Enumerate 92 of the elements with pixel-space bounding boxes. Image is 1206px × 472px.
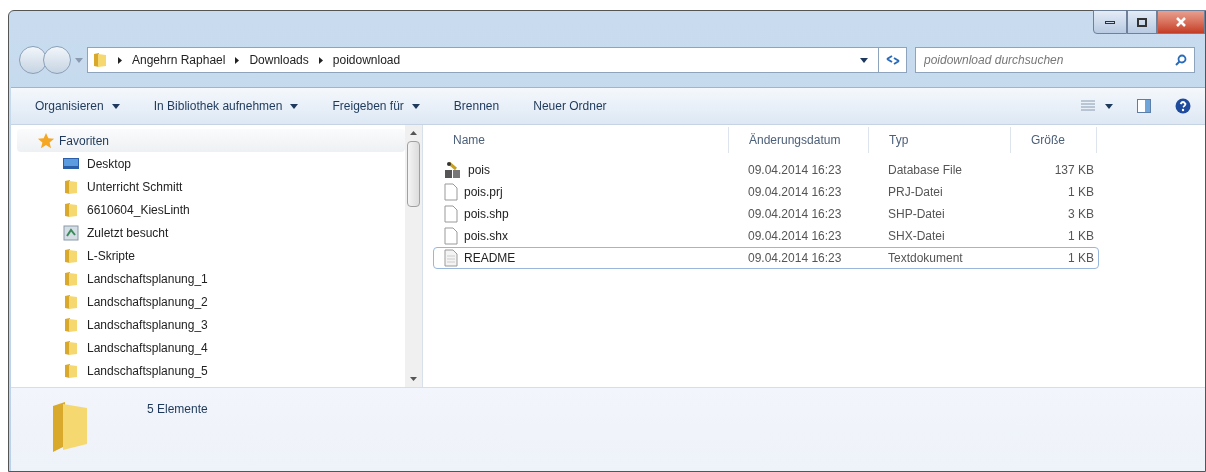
search-field[interactable]: poidownload durchsuchen	[915, 47, 1195, 73]
table-cell: Database File	[888, 163, 963, 177]
close-icon	[1176, 17, 1186, 27]
table-cell-text: 1 KB	[1068, 228, 1094, 245]
toolbar-button[interactable]: In Bibliothek aufnehmen	[153, 97, 299, 115]
nav-item[interactable]: Landschaftsplanung_1	[17, 267, 405, 290]
table-cell-text: README	[464, 250, 516, 267]
nav-group-header[interactable]: Favoriten	[17, 129, 405, 152]
folder-icon	[63, 339, 79, 356]
nav-item[interactable]: Landschaftsplanung_4	[17, 336, 405, 359]
table-cell: 09.04.2014 16:23	[748, 251, 842, 265]
breadcrumb-item[interactable]: poidownload	[332, 51, 401, 69]
folder-icon	[63, 201, 79, 218]
caret-icon	[290, 103, 299, 109]
folder-icon	[63, 247, 79, 264]
table-cell-text: pois	[468, 162, 490, 179]
nav-item[interactable]: Unterricht Schmitt	[17, 175, 405, 198]
help-icon	[1175, 98, 1191, 114]
caret-icon	[1105, 103, 1113, 109]
breadcrumb-item[interactable]: Downloads	[249, 51, 309, 69]
scroll-down-icon	[410, 377, 417, 381]
toolbar-button[interactable]: Neuer Ordner	[533, 97, 607, 115]
table-cell: Textdokument	[888, 251, 963, 265]
table-cell: 09.04.2014 16:23	[748, 185, 842, 199]
history-caret-icon	[75, 57, 83, 63]
scroll-up-icon	[410, 131, 417, 135]
search-icon	[1175, 54, 1187, 66]
toolbar-button[interactable]: Freigeben für	[332, 97, 420, 115]
table-cell-text: pois.shp	[464, 206, 509, 223]
preview-pane-icon	[1137, 99, 1151, 113]
table-cell-text: pois.prj	[464, 184, 503, 201]
recent-places-icon	[63, 224, 79, 241]
caret-icon	[111, 103, 120, 109]
column-header[interactable]: Änderungsdatum	[729, 127, 869, 153]
toolbar-button[interactable]: Brennen	[453, 97, 500, 115]
nav-item[interactable]: Landschaftsplanung_2	[17, 290, 405, 313]
table-cell-text: 137 KB	[1054, 162, 1094, 179]
chevron-icon	[118, 56, 122, 64]
caret-icon	[860, 57, 868, 63]
nav-item[interactable]: L-Skripte	[17, 244, 405, 267]
folder-icon	[63, 362, 79, 379]
table-cell: PRJ-Datei	[888, 185, 943, 199]
nav-item[interactable]: Landschaftsplanung_5	[17, 359, 405, 382]
database-file-icon	[444, 161, 462, 179]
chevron-icon	[235, 56, 240, 64]
close-button[interactable]	[1157, 10, 1205, 34]
nav-item[interactable]: Zuletzt besucht	[17, 221, 405, 244]
caret-icon	[411, 103, 420, 109]
file-icon	[444, 227, 458, 245]
help-button[interactable]	[1175, 98, 1191, 114]
text-file-icon	[444, 249, 458, 267]
table-cell: 09.04.2014 16:23	[748, 163, 842, 177]
nav-item[interactable]: 6610604_KiesLinth	[17, 198, 405, 221]
folder-icon	[63, 316, 79, 333]
table-cell-text: 1 KB	[1068, 250, 1094, 267]
details-view-icon	[1081, 100, 1095, 112]
scroll-thumb[interactable]	[407, 141, 420, 207]
table-cell-text: 1 KB	[1068, 184, 1094, 201]
file-icon	[444, 205, 458, 223]
file-row[interactable]: pois.shx 09.04.2014 16:23 SHX-Datei 1 KB	[433, 225, 1099, 247]
file-icon	[444, 183, 458, 201]
refresh-icon	[885, 54, 900, 66]
toolbar-button[interactable]: Organisieren	[35, 97, 120, 115]
table-cell: 09.04.2014 16:23	[748, 229, 842, 243]
file-row[interactable]: README 09.04.2014 16:23 Textdokument 1 KB	[433, 247, 1099, 269]
folder-icon	[92, 52, 108, 68]
breadcrumb-item[interactable]: Angehrn Raphael	[132, 51, 226, 69]
table-cell: SHX-Datei	[888, 229, 945, 243]
address-bar[interactable]: Angehrn Raphael Downloads poidownload	[87, 47, 907, 73]
table-cell-text: pois.shx	[464, 228, 509, 245]
table-cell-text: 3 KB	[1068, 206, 1094, 223]
file-row[interactable]: pois 09.04.2014 16:23 Database File 137 KB	[433, 159, 1099, 181]
view-options-button[interactable]	[1081, 100, 1113, 112]
nav-item[interactable]: Landschaftsplanung_3	[17, 313, 405, 336]
folder-icon	[63, 178, 79, 195]
column-header[interactable]: Typ	[869, 127, 1011, 153]
minimize-button[interactable]	[1093, 10, 1127, 34]
monitor-icon	[63, 156, 79, 171]
preview-pane-button[interactable]	[1137, 99, 1151, 113]
chevron-icon	[318, 56, 323, 64]
star-icon	[37, 131, 55, 150]
file-row[interactable]: pois.prj 09.04.2014 16:23 PRJ-Datei 1 KB	[433, 181, 1099, 203]
folder-icon	[63, 293, 79, 310]
table-cell: SHP-Datei	[888, 207, 945, 221]
column-header[interactable]: Größe	[1011, 127, 1097, 153]
file-row[interactable]: pois.shp 09.04.2014 16:23 SHP-Datei 3 KB	[433, 203, 1099, 225]
maximize-button[interactable]	[1127, 10, 1157, 34]
item-count: 5 Elemente	[147, 401, 208, 418]
column-header[interactable]: Name	[433, 127, 729, 153]
nav-item[interactable]: Desktop	[17, 152, 405, 175]
table-cell: 09.04.2014 16:23	[748, 207, 842, 221]
folder-icon	[63, 270, 79, 287]
